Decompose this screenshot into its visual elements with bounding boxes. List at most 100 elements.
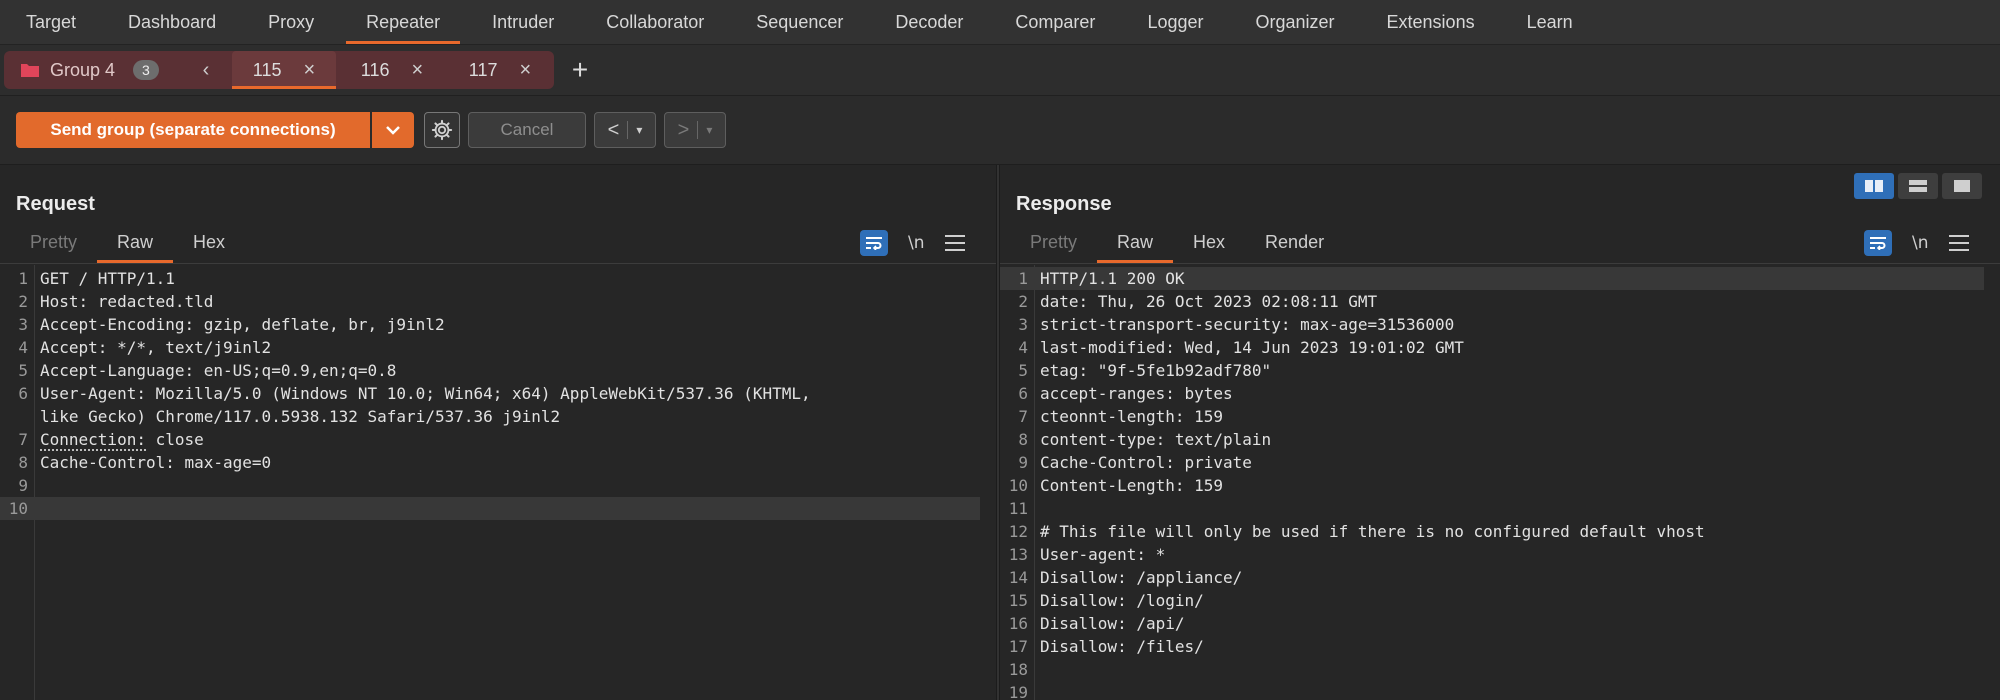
tab-raw[interactable]: Raw [97, 221, 174, 263]
code-line: 14 Disallow: /appliance/ [1000, 566, 1984, 589]
line-text: cteonnt-length: 159 [1040, 407, 1224, 426]
response-editor[interactable]: 1 HTTP/1.1 200 OK 2 date: Thu, 26 Oct 2023 … [1000, 265, 2000, 700]
line-number: 15 [1008, 591, 1028, 610]
code-line: 13 User-agent: * [1000, 543, 1984, 566]
line-text: User-Agent: Mozilla/5.0 (Windows NT 10.0… [40, 384, 811, 403]
response-title: Response [1016, 193, 1112, 215]
word-wrap-icon[interactable] [1864, 230, 1892, 256]
code-line: 11 [1000, 497, 1984, 520]
line-number: 5 [18, 361, 28, 380]
nav-organizer[interactable]: Organizer [1230, 0, 1361, 44]
show-newlines-button[interactable]: \n [1912, 233, 1929, 253]
close-icon[interactable]: × [520, 59, 532, 82]
tab-render[interactable]: Render [1245, 221, 1344, 263]
line-number: 11 [1008, 499, 1028, 518]
line-number: 1 [1018, 269, 1028, 288]
line-text: Disallow: /api/ [1040, 614, 1185, 633]
tab-raw[interactable]: Raw [1097, 221, 1174, 263]
menu-icon[interactable] [944, 235, 965, 251]
request-editor-tools: \n [860, 229, 965, 257]
send-group-button[interactable]: Send group (separate connections) [16, 112, 370, 148]
request-view-tabs: Pretty Raw Hex [10, 221, 245, 263]
line-number: 12 [1008, 522, 1028, 541]
line-number: 7 [18, 430, 28, 449]
code-line: 16 Disallow: /api/ [1000, 612, 1984, 635]
tab-hex[interactable]: Hex [173, 221, 245, 263]
line-number: 17 [1008, 637, 1028, 656]
code-line: 5 Accept-Language: en-US;q=0.9,en;q=0.8 [0, 359, 980, 382]
code-line: 7 cteonnt-length: 159 [1000, 405, 1984, 428]
layout-stacked-icon[interactable] [1898, 173, 1938, 199]
line-number: 8 [1018, 430, 1028, 449]
chevron-down-icon[interactable]: ▾ [706, 123, 712, 137]
repeater-tab-strip: Group 4 3 ‹ 115 × 116 × 117 × + [0, 45, 2000, 96]
close-icon[interactable]: × [304, 59, 316, 82]
line-text: etag: "9f-5fe1b92adf780" [1040, 361, 1272, 380]
layout-toggle [1854, 173, 1982, 199]
tab-pretty[interactable]: Pretty [10, 221, 97, 263]
code-line: 4 last-modified: Wed, 14 Jun 2023 19:01:0… [1000, 336, 1984, 359]
code-line: 1 HTTP/1.1 200 OK [1000, 267, 1984, 290]
line-text: Accept: */*, text/j9inl2 [40, 338, 272, 357]
code-line: 10 [0, 497, 980, 520]
line-number: 8 [18, 453, 28, 472]
chevron-down-icon[interactable]: ▾ [636, 123, 642, 137]
nav-proxy[interactable]: Proxy [242, 0, 340, 44]
tab-group-header[interactable]: Group 4 3 [20, 51, 159, 89]
code-line: 6 User-Agent: Mozilla/5.0 (Windows NT 10.… [0, 382, 980, 405]
tab-117[interactable]: 117 × [448, 51, 552, 89]
tab-hex[interactable]: Hex [1173, 221, 1245, 263]
history-forward-button[interactable]: > ▾ [664, 112, 726, 148]
nav-dashboard[interactable]: Dashboard [102, 0, 242, 44]
close-icon[interactable]: × [412, 59, 424, 82]
layout-single-icon[interactable] [1942, 173, 1982, 199]
line-text: last-modified: Wed, 14 Jun 2023 19:01:02… [1040, 338, 1464, 357]
line-number: 7 [1018, 407, 1028, 426]
nav-sequencer[interactable]: Sequencer [730, 0, 869, 44]
line-text: Disallow: /login/ [1040, 591, 1204, 610]
tab-115[interactable]: 115 × [232, 51, 336, 89]
folder-icon [20, 62, 40, 78]
line-number: 9 [1018, 453, 1028, 472]
tab-pretty[interactable]: Pretty [1010, 221, 1097, 263]
tab-label: 116 [360, 59, 390, 80]
nav-intruder[interactable]: Intruder [466, 0, 580, 44]
nav-target[interactable]: Target [0, 0, 102, 44]
collapse-group-chevron-icon[interactable]: ‹ [194, 51, 218, 89]
code-line: like Gecko) Chrome/117.0.5938.132 Safari… [0, 405, 980, 428]
gear-icon[interactable] [424, 112, 460, 148]
divider [627, 121, 629, 139]
nav-extensions[interactable]: Extensions [1361, 0, 1501, 44]
request-editor[interactable]: 1 GET / HTTP/1.1 2 Host: redacted.tld 3 Accep… [0, 265, 996, 700]
line-text: Disallow: /appliance/ [1040, 568, 1243, 587]
line-text: Connection: close [40, 428, 204, 451]
nav-comparer[interactable]: Comparer [989, 0, 1121, 44]
nav-logger[interactable]: Logger [1121, 0, 1229, 44]
line-number: 10 [8, 499, 28, 518]
word-wrap-icon[interactable] [860, 230, 888, 256]
response-view-tabs: Pretty Raw Hex Render [1010, 221, 1344, 263]
history-back-button[interactable]: < ▾ [594, 112, 656, 148]
line-number: 16 [1008, 614, 1028, 633]
nav-repeater[interactable]: Repeater [340, 0, 466, 44]
tab-116[interactable]: 116 × [340, 51, 444, 89]
add-tab-plus-icon[interactable]: + [566, 51, 594, 89]
line-number: 5 [1018, 361, 1028, 380]
line-number: 14 [1008, 568, 1028, 587]
layout-side-by-side-icon[interactable] [1854, 173, 1894, 199]
code-line: 10 Content-Length: 159 [1000, 474, 1984, 497]
code-line: 6 accept-ranges: bytes [1000, 382, 1984, 405]
cancel-button[interactable]: Cancel [468, 112, 586, 148]
tab-label: 117 [468, 59, 498, 80]
request-title: Request [16, 193, 95, 215]
line-number: 3 [18, 315, 28, 334]
chevron-left-icon: < [607, 118, 620, 141]
line-text: Content-Length: 159 [1040, 476, 1224, 495]
show-newlines-button[interactable]: \n [908, 233, 925, 253]
nav-decoder[interactable]: Decoder [869, 0, 989, 44]
menu-icon[interactable] [1948, 235, 1969, 251]
nav-learn[interactable]: Learn [1501, 0, 1599, 44]
code-line: 9 Cache-Control: private [1000, 451, 1984, 474]
nav-collaborator[interactable]: Collaborator [580, 0, 730, 44]
send-options-chevron-down-icon[interactable] [372, 112, 414, 148]
